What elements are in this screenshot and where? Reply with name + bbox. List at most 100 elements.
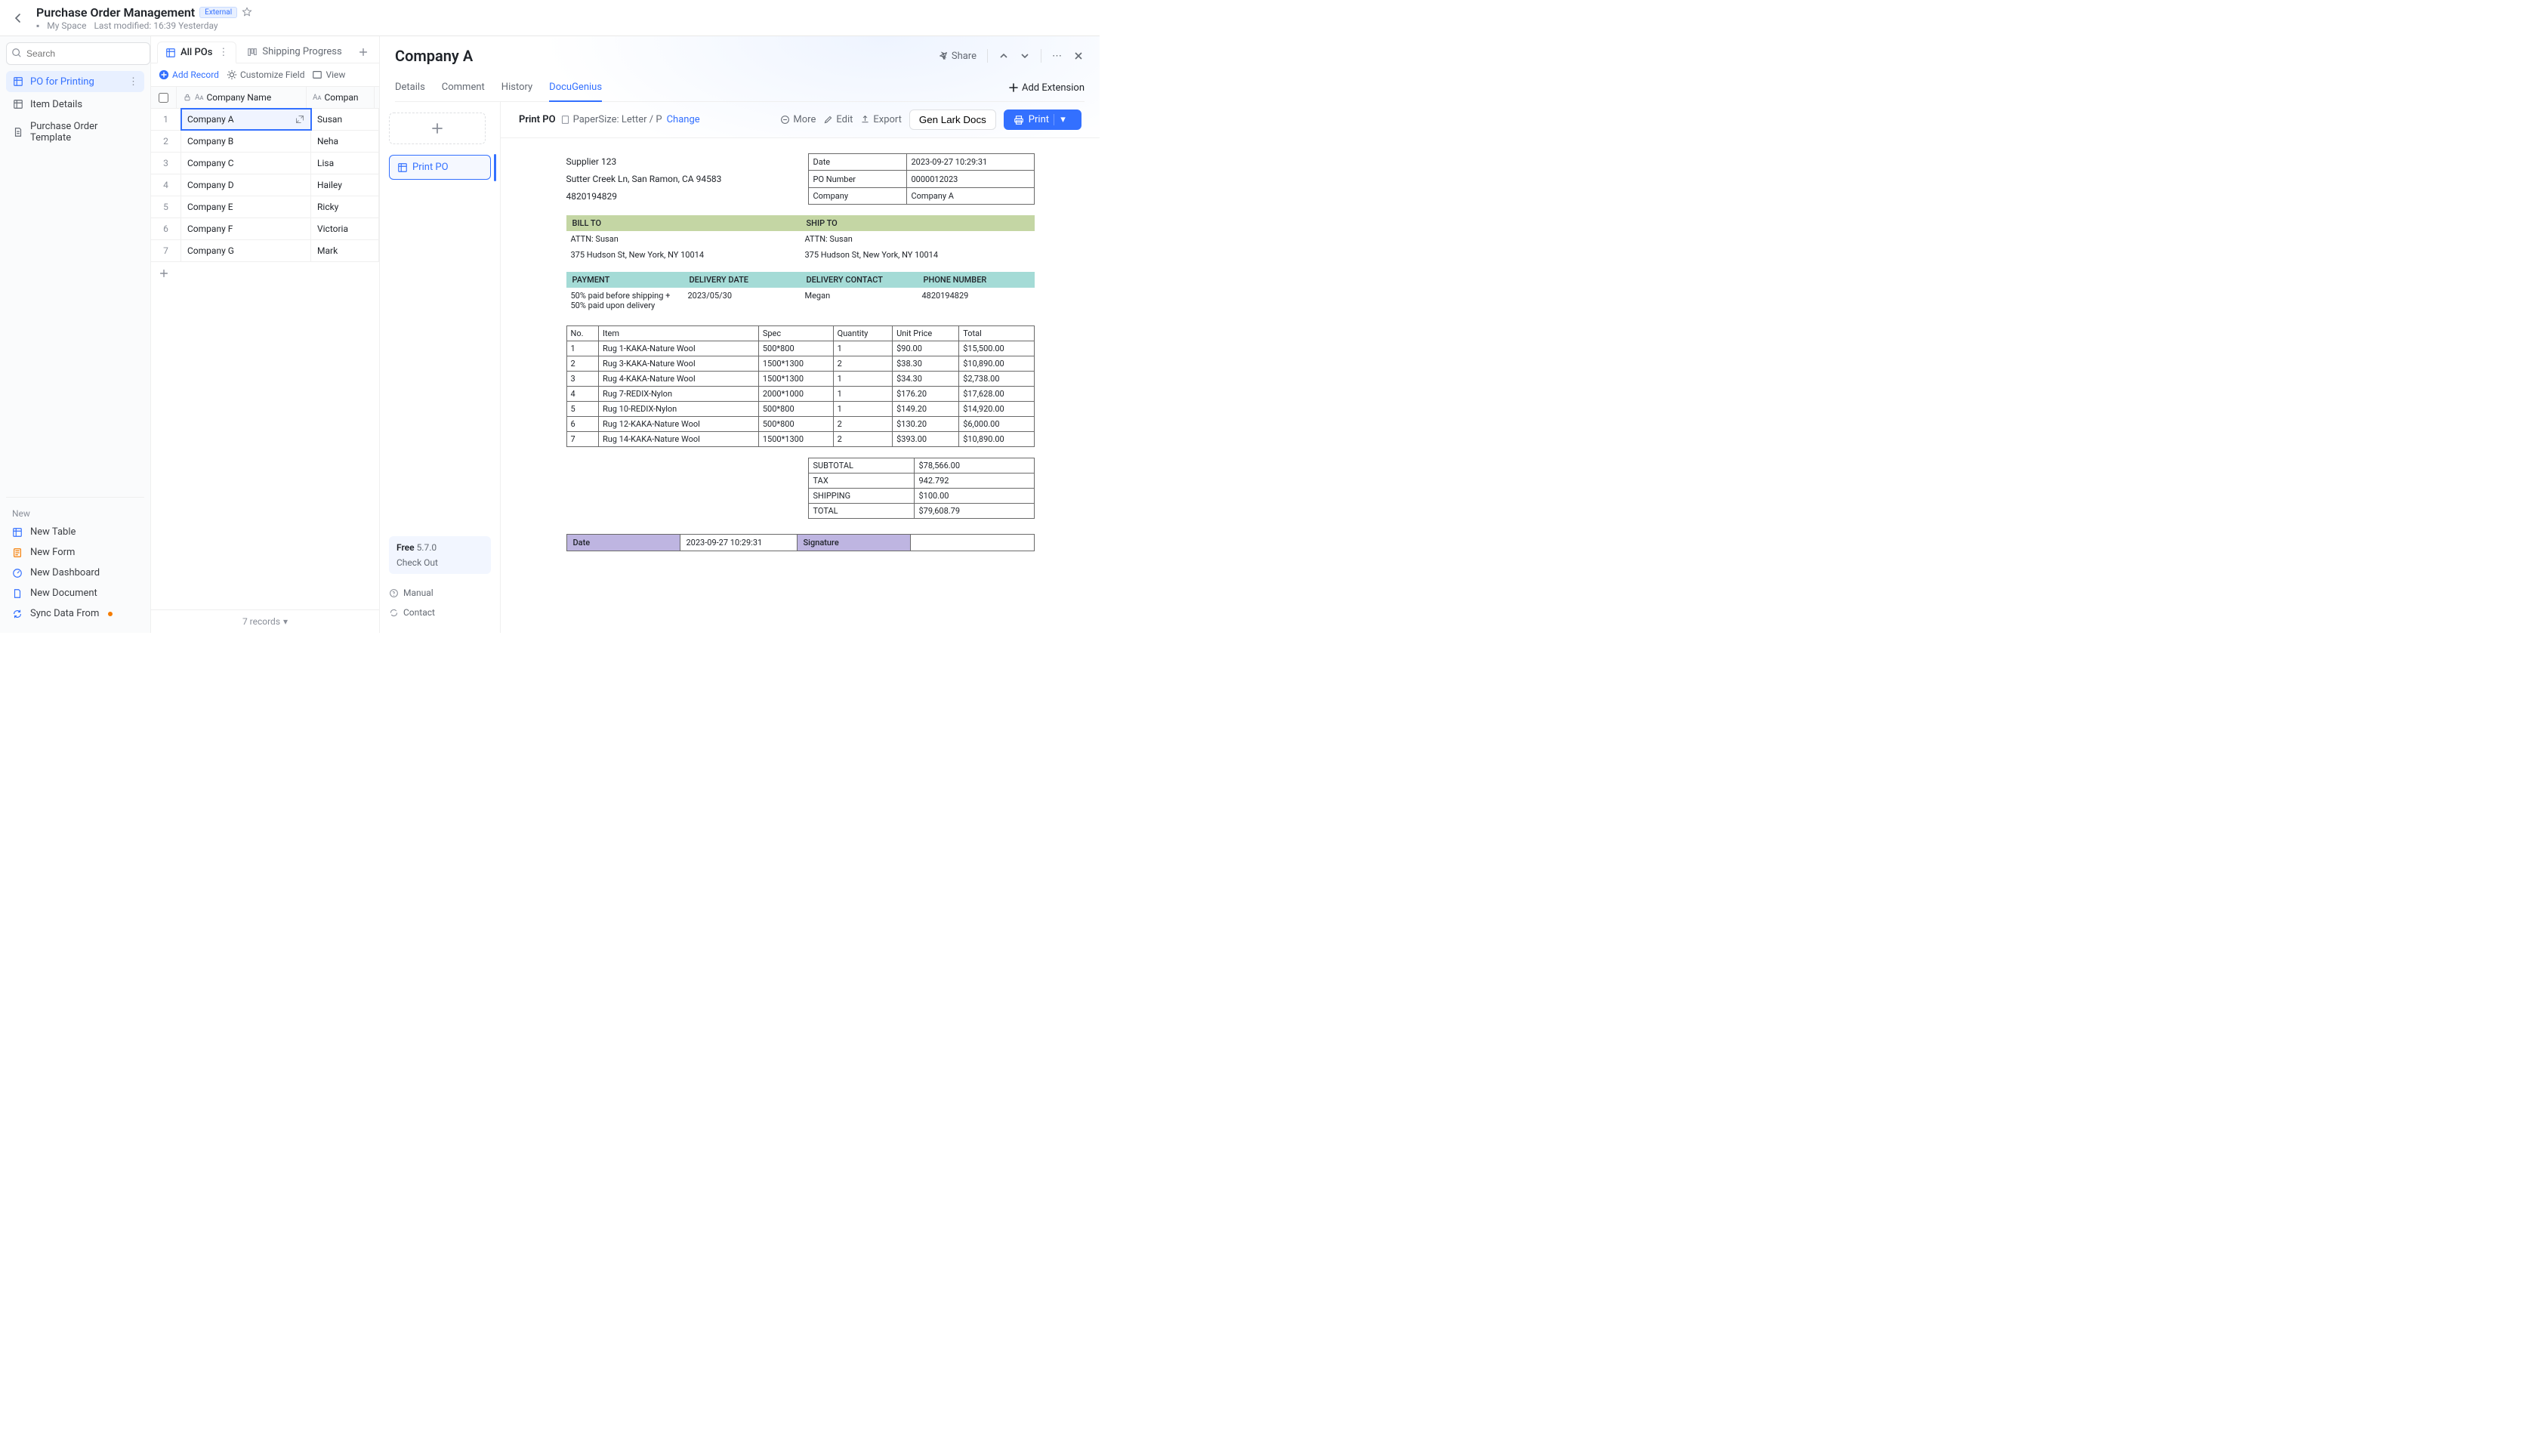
signature-row: Date 2023-09-27 10:29:31 Signature xyxy=(566,534,1035,551)
page-icon xyxy=(560,115,570,125)
ship-address: 375 Hudson St, New York, NY 10014 xyxy=(801,247,1035,263)
column-header-company[interactable]: Aᴀ Company Name xyxy=(177,87,307,108)
printer-icon xyxy=(1014,115,1024,125)
page-title: Purchase Order Management xyxy=(36,5,195,20)
table-row[interactable]: 3 Company C Lisa xyxy=(151,153,379,174)
sidebar-item-po-printing[interactable]: PO for Printing ⋮ xyxy=(6,71,144,92)
supplier-address: Sutter Creek Ln, San Ramon, CA 94583 xyxy=(566,171,778,188)
cell-company[interactable]: Company A xyxy=(181,109,311,130)
table-row[interactable]: 6 Company F Victoria xyxy=(151,218,379,240)
search-icon xyxy=(11,48,22,58)
cell-contact[interactable]: Lisa xyxy=(311,153,379,174)
supplier-phone: 4820194829 xyxy=(566,188,778,205)
sidebar-item-item-details[interactable]: Item Details xyxy=(6,94,144,115)
grid-icon xyxy=(397,162,408,173)
delivery-contact: Megan xyxy=(801,288,918,313)
print-dropdown[interactable]: ▾ xyxy=(1054,114,1072,125)
row-index: 7 xyxy=(151,240,181,261)
cell-company[interactable]: Company E xyxy=(181,196,311,217)
sidebar-item-label: PO for Printing xyxy=(30,76,94,88)
cell-contact[interactable]: Victoria xyxy=(311,218,379,239)
doc-title: Print PO xyxy=(519,114,556,125)
favorite-button[interactable] xyxy=(242,7,252,17)
cell-company[interactable]: Company D xyxy=(181,174,311,196)
close-panel-button[interactable] xyxy=(1072,50,1085,62)
new-table-button[interactable]: New Table xyxy=(6,522,144,542)
grid-icon xyxy=(12,98,24,110)
tab-comment[interactable]: Comment xyxy=(442,76,485,101)
print-po-card[interactable]: Print PO xyxy=(389,155,491,180)
sync-data-button[interactable]: Sync Data From xyxy=(6,603,144,624)
cell-company[interactable]: Company F xyxy=(181,218,311,239)
sync-icon xyxy=(12,609,24,619)
plan-info: Free 5.7.0 Check Out xyxy=(389,536,491,574)
grid-icon xyxy=(12,76,24,88)
tab-details[interactable]: Details xyxy=(395,76,425,101)
print-button[interactable]: Print ▾ xyxy=(1004,110,1081,130)
new-document-button[interactable]: New Document xyxy=(6,583,144,603)
add-view-button[interactable] xyxy=(353,42,373,62)
po-meta-table: Date2023-09-27 10:29:31PO Number00000120… xyxy=(808,153,1035,205)
row-index: 5 xyxy=(151,196,181,217)
tab-shipping[interactable]: Shipping Progress xyxy=(239,42,349,62)
ship-attn: ATTN: Susan xyxy=(801,231,1035,247)
table-row[interactable]: 2 Company B Neha xyxy=(151,131,379,153)
change-papersize-link[interactable]: Change xyxy=(667,114,700,125)
sidebar-item-more[interactable]: ⋮ xyxy=(128,76,138,88)
cell-contact[interactable]: Susan xyxy=(311,109,379,130)
add-row-button[interactable] xyxy=(151,262,379,285)
payment-terms: 50% paid before shipping + 50% paid upon… xyxy=(566,288,683,313)
tab-more[interactable]: ⋮ xyxy=(218,47,228,58)
customize-field-button[interactable]: Customize Field xyxy=(227,69,305,80)
tab-docugenius[interactable]: DocuGenius xyxy=(549,76,602,102)
ship-to-header: SHIP TO xyxy=(801,215,1035,231)
new-item-label: Sync Data From xyxy=(30,608,99,619)
bill-attn: ATTN: Susan xyxy=(566,231,801,247)
table-row[interactable]: 1 Company A Susan xyxy=(151,109,379,131)
workspace-name[interactable]: My Space xyxy=(47,20,86,31)
share-button[interactable]: Share xyxy=(938,51,977,62)
expand-icon[interactable] xyxy=(295,115,304,124)
new-item-label: New Table xyxy=(30,526,76,538)
text-type-icon: Aᴀ xyxy=(313,94,321,102)
row-index: 4 xyxy=(151,174,181,196)
tab-all-pos[interactable]: All POs ⋮ xyxy=(157,42,236,63)
cell-company[interactable]: Company B xyxy=(181,131,311,152)
new-dashboard-button[interactable]: New Dashboard xyxy=(6,563,144,583)
select-all-checkbox[interactable] xyxy=(159,93,168,103)
cell-contact[interactable]: Mark xyxy=(311,240,379,261)
line-items-table: No.ItemSpecQuantityUnit PriceTotal 1Rug … xyxy=(566,325,1035,447)
sidebar-item-po-template[interactable]: Purchase Order Template xyxy=(6,116,144,148)
add-extension-button[interactable]: Add Extension xyxy=(1008,76,1085,101)
sidebar-item-label: Item Details xyxy=(30,99,82,110)
back-button[interactable] xyxy=(9,9,27,27)
edit-button[interactable]: Edit xyxy=(823,114,853,125)
cell-company[interactable]: Company C xyxy=(181,153,311,174)
add-record-button[interactable]: Add Record xyxy=(159,69,219,80)
gen-docs-button[interactable]: Gen Lark Docs xyxy=(909,110,996,130)
view-button[interactable]: View xyxy=(312,69,345,80)
table-row[interactable]: 5 Company E Ricky xyxy=(151,196,379,218)
export-button[interactable]: Export xyxy=(860,114,902,125)
bill-to-header: BILL TO xyxy=(566,215,801,231)
dropdown-icon[interactable]: ▾ xyxy=(283,616,288,627)
table-row[interactable]: 7 Company G Mark xyxy=(151,240,379,262)
new-form-button[interactable]: New Form xyxy=(6,542,144,563)
search-input[interactable] xyxy=(6,42,150,65)
column-header-contact[interactable]: Aᴀ Compan xyxy=(307,87,375,108)
grid-icon xyxy=(165,48,176,58)
table-row[interactable]: 4 Company D Hailey xyxy=(151,174,379,196)
more-button[interactable]: More xyxy=(780,114,816,125)
cell-contact[interactable]: Hailey xyxy=(311,174,379,196)
cell-contact[interactable]: Neha xyxy=(311,131,379,152)
add-document-card[interactable] xyxy=(389,113,486,144)
more-actions-button[interactable]: ⋯ xyxy=(1052,51,1062,62)
contact-link[interactable]: Contact xyxy=(389,603,491,622)
next-record-button[interactable] xyxy=(1020,51,1030,61)
cell-company[interactable]: Company G xyxy=(181,240,311,261)
cell-contact[interactable]: Ricky xyxy=(311,196,379,217)
prev-record-button[interactable] xyxy=(998,51,1009,61)
checkout-button[interactable]: Check Out xyxy=(396,557,483,568)
tab-history[interactable]: History xyxy=(501,76,532,101)
manual-link[interactable]: Manual xyxy=(389,583,491,603)
